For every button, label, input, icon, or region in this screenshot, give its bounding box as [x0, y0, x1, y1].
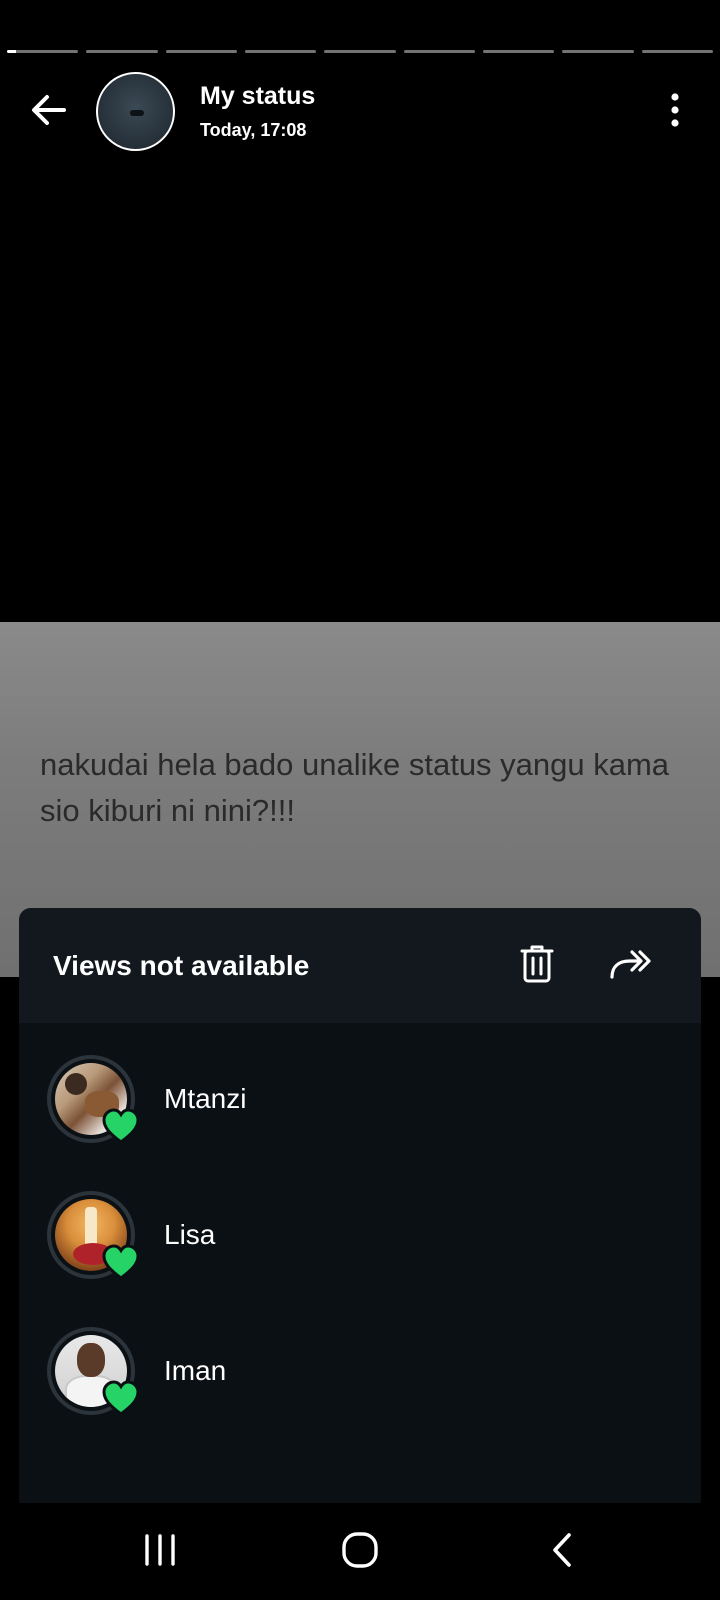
- nav-back-icon: [553, 1533, 571, 1567]
- home-icon: [342, 1532, 378, 1568]
- viewers-sheet: Views not available Mtanzi Lisa Iman: [19, 908, 701, 1503]
- nav-back-button[interactable]: [532, 1525, 592, 1575]
- forward-button[interactable]: [605, 940, 655, 988]
- progress-segment: [482, 50, 555, 53]
- progress-segment: [562, 50, 634, 53]
- viewer-row[interactable]: Lisa: [19, 1179, 701, 1289]
- progress-segment: [641, 50, 713, 53]
- more-options-button[interactable]: [660, 88, 690, 132]
- status-timestamp: Today, 17:08: [200, 120, 307, 140]
- forward-icon: [610, 950, 651, 979]
- viewer-name: Mtanzi: [164, 1083, 247, 1114]
- page-title: My status: [200, 82, 316, 110]
- arrow-left-icon: [32, 95, 66, 125]
- viewer-row[interactable]: Iman: [19, 1315, 701, 1425]
- status-caption: nakudai hela bado unalike status yangu k…: [40, 747, 670, 828]
- recent-apps-button[interactable]: [130, 1525, 190, 1575]
- recent-apps-icon: [145, 1534, 175, 1566]
- back-button[interactable]: [26, 88, 70, 132]
- status-progress-bar: [7, 50, 713, 54]
- progress-segment: [86, 50, 158, 53]
- home-button[interactable]: [330, 1525, 390, 1575]
- heart-icon: [102, 1244, 140, 1280]
- trash-icon: [520, 945, 554, 983]
- progress-segment: [244, 50, 317, 53]
- heart-icon: [102, 1108, 140, 1144]
- progress-segment: [7, 50, 79, 53]
- more-vertical-icon: [671, 93, 679, 127]
- viewer-row[interactable]: Mtanzi: [19, 1043, 701, 1153]
- status-header: My status Today, 17:08: [0, 70, 720, 151]
- avatar[interactable]: [96, 72, 175, 151]
- progress-segment: [165, 50, 237, 53]
- delete-button[interactable]: [515, 940, 559, 988]
- system-nav-bar: [0, 1503, 720, 1600]
- progress-segment: [403, 50, 475, 53]
- sheet-title: Views not available: [53, 950, 310, 981]
- sheet-header: Views not available: [19, 908, 701, 1023]
- progress-segment: [324, 50, 396, 53]
- heart-icon: [102, 1380, 140, 1416]
- progress-fill: [7, 50, 16, 53]
- viewer-name: Iman: [164, 1355, 227, 1386]
- viewer-name: Lisa: [164, 1219, 216, 1250]
